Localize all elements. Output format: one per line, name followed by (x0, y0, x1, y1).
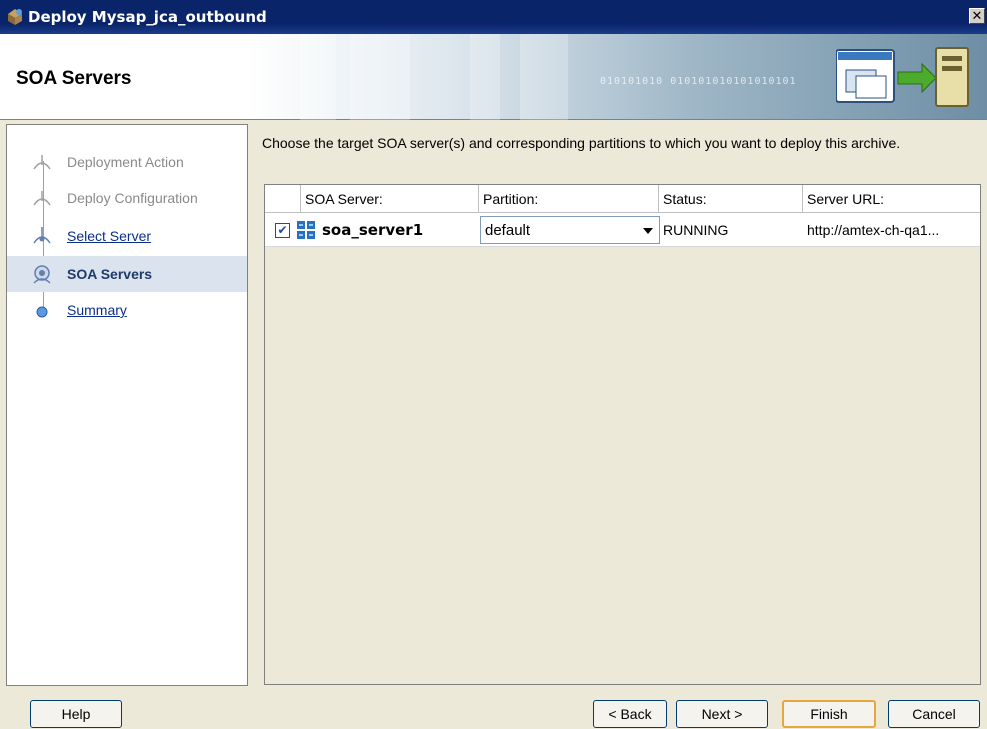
back-button[interactable]: < Back (593, 700, 667, 728)
column-header-partition[interactable]: Partition: (479, 185, 659, 213)
status-cell: RUNNING (663, 222, 729, 238)
step-pending-icon (36, 306, 48, 318)
server-select-checkbox[interactable]: ✔ (275, 222, 290, 238)
header-decoration (350, 34, 410, 120)
title-bar: Deploy Mysap_jca_outbound ✕ (0, 0, 987, 34)
checkbox-column-header (265, 185, 301, 213)
chevron-down-icon[interactable] (643, 228, 653, 234)
back-button-label: < Back (608, 706, 652, 722)
step-label: Deploy Configuration (67, 190, 198, 206)
help-button-label: Help (61, 706, 91, 722)
step-label: Deployment Action (67, 154, 184, 170)
partition-value: default (485, 221, 531, 239)
step-summary[interactable]: Summary (31, 297, 127, 323)
soa-server-cell: ✔ soa_server1 (265, 213, 479, 247)
servers-table: SOA Server: Partition: Status: Server UR… (264, 184, 981, 685)
column-header-server-url[interactable]: Server URL: (803, 185, 980, 213)
step-label[interactable]: Select Server (67, 228, 151, 244)
finish-button-label: Finish (810, 706, 848, 722)
column-header-soa-server[interactable]: SOA Server: (301, 185, 479, 213)
step-current-icon (33, 265, 51, 284)
server-url-cell: http://amtex-ch-qa1... (807, 222, 940, 238)
cancel-button-label: Cancel (912, 706, 956, 722)
close-button[interactable]: ✕ (969, 8, 985, 24)
step-deployment-action: Deployment Action (31, 149, 184, 175)
step-soa-servers: SOA Servers (7, 256, 247, 292)
step-deploy-configuration: Deploy Configuration (31, 185, 198, 211)
partition-dropdown[interactable]: default (480, 216, 660, 244)
button-bar: Help < Back Next > Finish Cancel (0, 690, 987, 729)
help-button[interactable]: Help (30, 700, 122, 728)
finish-button[interactable]: Finish (782, 700, 876, 728)
deploy-server-icon (836, 47, 969, 107)
close-icon: ✕ (971, 9, 983, 24)
server-icon (297, 221, 315, 239)
header-decoration (300, 34, 336, 120)
step-select-server[interactable]: Select Server (31, 223, 151, 249)
column-header-status[interactable]: Status: (659, 185, 803, 213)
step-label: SOA Servers (67, 266, 153, 282)
deploy-icon (8, 9, 22, 25)
instruction-text: Choose the target SOA server(s) and corr… (262, 135, 901, 151)
cancel-button[interactable]: Cancel (888, 700, 980, 728)
next-button[interactable]: Next > (676, 700, 768, 728)
step-done-icon (33, 155, 51, 170)
step-done-icon (33, 191, 51, 206)
window-title: Deploy Mysap_jca_outbound (28, 8, 267, 26)
step-link-icon (33, 227, 51, 244)
page-header: SOA Servers 010101010 010101010101010101 (0, 34, 987, 120)
step-label[interactable]: Summary (67, 302, 127, 318)
next-button-label: Next > (701, 706, 743, 722)
header-decoration (470, 34, 500, 120)
server-name: soa_server1 (322, 221, 424, 239)
wizard-steps-panel: Deployment Action Deploy Configuration S… (6, 124, 248, 686)
table-header: SOA Server: Partition: Status: Server UR… (265, 185, 980, 213)
table-row[interactable]: ✔ soa_server1 default RUNNING http://amt… (265, 213, 980, 247)
header-binary-decoration: 010101010 010101010101010101 (600, 76, 797, 87)
header-decoration (520, 34, 568, 120)
page-title: SOA Servers (16, 68, 132, 89)
